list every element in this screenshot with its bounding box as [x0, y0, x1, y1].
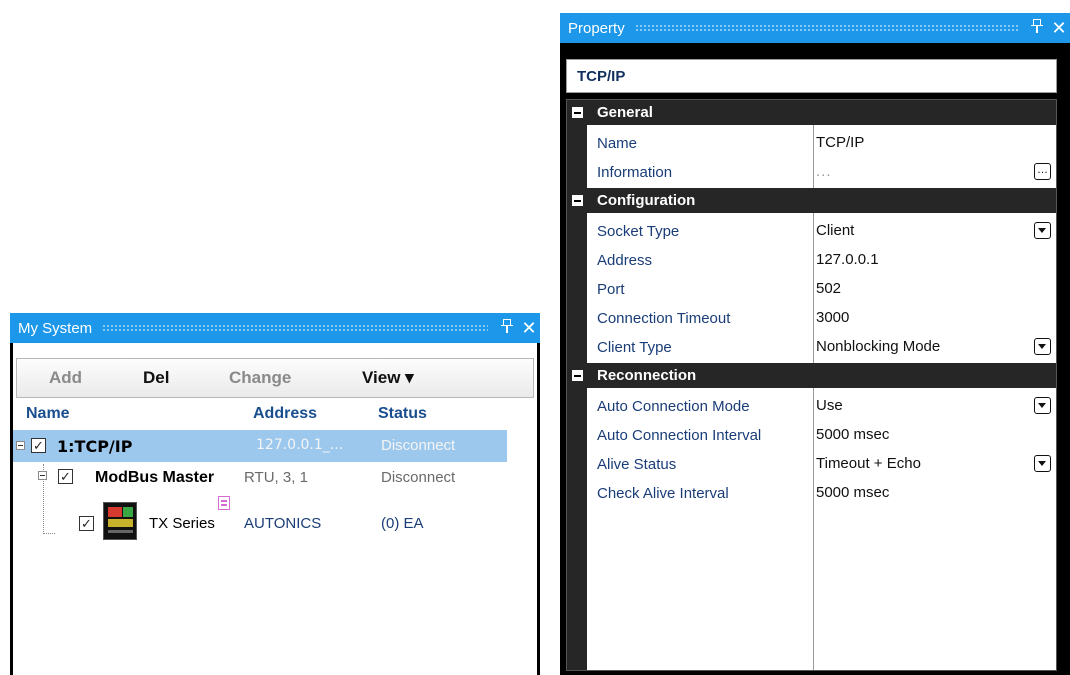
tree-row-tx-series[interactable]: ✓ TX Series AUTONICS (0) EA: [13, 496, 537, 547]
category-label: General: [597, 104, 653, 121]
property-name: Auto Connection Interval: [597, 427, 762, 444]
property-value[interactable]: 127.0.0.1: [816, 251, 879, 268]
titlebar-grip[interactable]: [634, 24, 1018, 32]
dropdown-arrow-icon[interactable]: [1034, 455, 1051, 472]
property-value[interactable]: 5000 msec: [816, 426, 889, 443]
row-status: Disconnect: [381, 437, 456, 454]
row-status: Disconnect: [381, 469, 456, 486]
property-name: Information: [597, 164, 673, 181]
property-title: Property: [568, 19, 625, 37]
close-icon[interactable]: ✕: [518, 318, 540, 339]
dropdown-arrow-icon[interactable]: [1034, 222, 1051, 239]
selected-object-name: TCP/IP: [577, 68, 626, 85]
property-name: Client Type: [597, 339, 672, 356]
property-name: Port: [597, 281, 625, 298]
property-row-information[interactable]: Information ... …: [587, 157, 1056, 186]
dropdown-arrow-icon[interactable]: [1034, 397, 1051, 414]
row-name: ModBus Master: [95, 469, 215, 486]
my-system-titlebar[interactable]: My System ✕: [10, 313, 540, 343]
property-row-alive-status[interactable]: Alive Status Timeout + Echo: [587, 449, 1056, 478]
property-pane: Property ✕ TCP/IP General Name TCP/IP In…: [560, 13, 1070, 675]
property-row-auto-connection-interval[interactable]: Auto Connection Interval 5000 msec: [587, 420, 1056, 449]
property-name: Address: [597, 252, 653, 269]
property-value[interactable]: TCP/IP: [816, 134, 864, 151]
tx-series-device-icon: [103, 502, 137, 540]
tree-row-tcpip[interactable]: ✓ 1:TCP/IP 127.0.0.1_... Disconnect: [13, 430, 507, 462]
view-menu-button[interactable]: View ▾: [362, 368, 414, 388]
titlebar-grip[interactable]: [102, 324, 488, 332]
property-value[interactable]: Client: [816, 222, 854, 239]
property-name: Name: [597, 135, 638, 152]
property-row-address[interactable]: Address 127.0.0.1: [587, 245, 1056, 274]
category-label: Reconnection: [597, 367, 697, 384]
my-system-pane: My System ✕ Add Del Change View ▾ Name A…: [10, 313, 540, 675]
collapse-toggle-icon[interactable]: [16, 441, 25, 450]
property-value[interactable]: 5000 msec: [816, 484, 889, 501]
close-icon[interactable]: ✕: [1048, 18, 1070, 39]
property-row-socket-type[interactable]: Socket Type Client: [587, 216, 1056, 245]
ellipsis-button[interactable]: …: [1034, 163, 1051, 180]
collapse-toggle-icon[interactable]: [38, 471, 47, 480]
column-header-address[interactable]: Address: [253, 405, 317, 427]
property-row-client-type[interactable]: Client Type Nonblocking Mode: [587, 332, 1056, 361]
property-value[interactable]: ...: [816, 163, 832, 180]
row-name: 1:TCP/IP: [57, 437, 133, 456]
note-icon: [218, 496, 230, 510]
row-checkbox[interactable]: ✓: [58, 469, 73, 484]
collapse-toggle-icon[interactable]: [572, 195, 583, 206]
property-titlebar[interactable]: Property ✕: [560, 13, 1070, 43]
row-address: 127.0.0.1_...: [256, 437, 344, 453]
row-address: RTU, 3, 1: [244, 469, 308, 486]
row-checkbox[interactable]: ✓: [79, 516, 94, 531]
property-name: Alive Status: [597, 456, 677, 473]
collapse-toggle-icon[interactable]: [572, 370, 583, 381]
row-address: AUTONICS: [244, 515, 322, 532]
property-row-auto-connection-mode[interactable]: Auto Connection Mode Use: [587, 391, 1056, 420]
category-reconnection[interactable]: Reconnection: [567, 363, 1056, 388]
property-name: Check Alive Interval: [597, 485, 729, 502]
pin-icon[interactable]: [1026, 18, 1048, 39]
property-value[interactable]: 502: [816, 280, 841, 297]
dropdown-arrow-icon[interactable]: [1034, 338, 1051, 355]
row-status: (0) EA: [381, 515, 424, 532]
change-button[interactable]: Change: [229, 368, 291, 388]
category-label: Configuration: [597, 192, 696, 209]
property-row-check-alive-interval[interactable]: Check Alive Interval 5000 msec: [587, 478, 1056, 507]
property-row-name[interactable]: Name TCP/IP: [587, 128, 1056, 157]
column-header-name[interactable]: Name: [26, 405, 70, 427]
property-value[interactable]: Nonblocking Mode: [816, 338, 940, 355]
property-row-connection-timeout[interactable]: Connection Timeout 3000: [587, 303, 1056, 332]
my-system-toolbar: Add Del Change View ▾: [16, 358, 534, 398]
pin-icon[interactable]: [496, 318, 518, 339]
property-row-port[interactable]: Port 502: [587, 274, 1056, 303]
property-value[interactable]: 3000: [816, 309, 849, 326]
property-name: Socket Type: [597, 223, 680, 240]
my-system-title: My System: [18, 319, 93, 337]
property-value[interactable]: Use: [816, 397, 843, 414]
column-header-status[interactable]: Status: [378, 405, 427, 427]
property-name: Auto Connection Mode: [597, 398, 750, 415]
row-name: TX Series: [149, 515, 215, 532]
row-checkbox[interactable]: ✓: [31, 438, 46, 453]
category-general[interactable]: General: [567, 100, 1056, 125]
property-name: Connection Timeout: [597, 310, 731, 327]
my-system-body: Add Del Change View ▾ Name Address Statu…: [13, 343, 537, 675]
collapse-toggle-icon[interactable]: [572, 107, 583, 118]
property-grid: General Name TCP/IP Information ... … Co…: [566, 99, 1057, 671]
tree-row-modbus-master[interactable]: ✓ ModBus Master RTU, 3, 1 Disconnect: [13, 462, 537, 494]
del-button[interactable]: Del: [143, 368, 169, 388]
add-button[interactable]: Add: [49, 368, 82, 388]
selected-object-label: TCP/IP: [566, 59, 1057, 93]
property-value[interactable]: Timeout + Echo: [816, 455, 921, 472]
category-configuration[interactable]: Configuration: [567, 188, 1056, 213]
